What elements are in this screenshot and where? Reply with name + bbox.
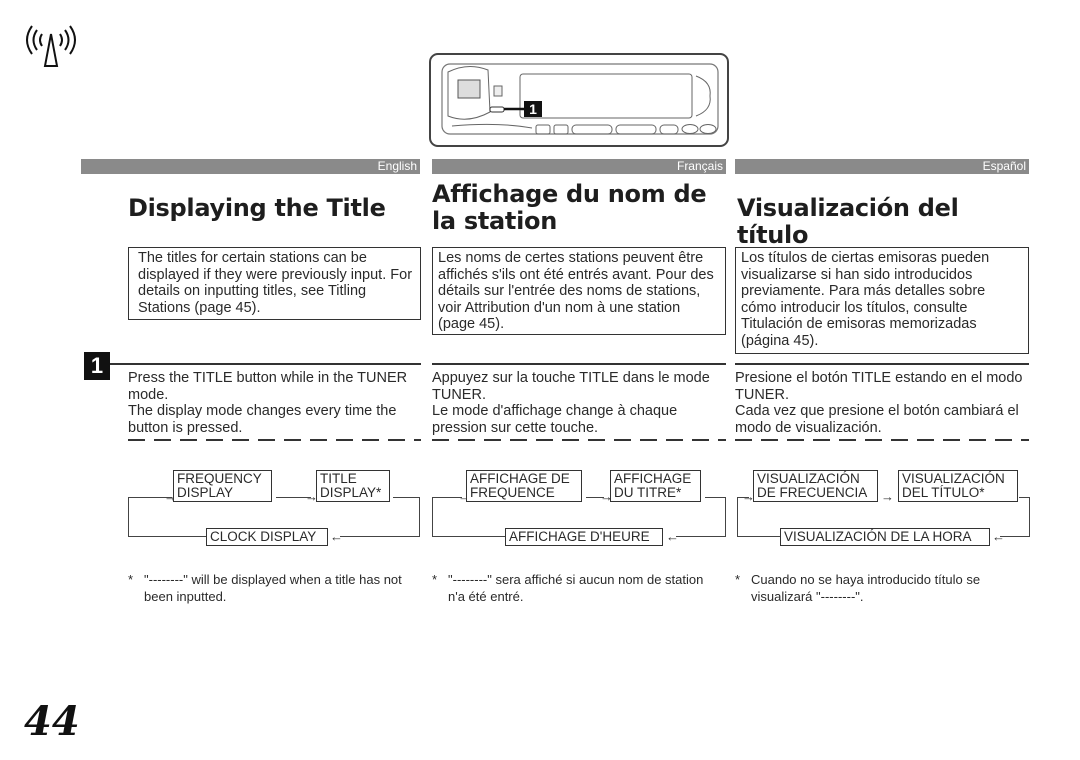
arrow-right-icon: →: [881, 489, 894, 504]
mode-box-hora: VISUALIZACIÓN DE LA HORA: [780, 528, 990, 546]
lang-bar-french: Français: [432, 159, 726, 174]
step-rule-english: [110, 363, 421, 365]
step-instruction: Press the TITLE button while in the TUNE…: [128, 370, 408, 403]
step-text-french: Appuyez sur la touche TITLE dans le mode…: [432, 370, 726, 436]
mode-box-frequency: FREQUENCY DISPLAY: [173, 470, 272, 502]
footnote-french: * "--------" sera affiché si aucun nom d…: [432, 572, 704, 604]
mode-box-titre: AFFICHAGE DU TITRE*: [610, 470, 701, 502]
callout-label: 1: [529, 101, 537, 117]
dashed-divider-spanish: [735, 439, 1029, 441]
step-rule-spanish: [735, 363, 1029, 365]
footnote-english: * "--------" will be displayed when a ti…: [128, 572, 402, 604]
dashed-divider-english: [128, 439, 421, 441]
footnote-spanish: * Cuando no se haya introducido título s…: [735, 572, 981, 604]
intro-box-french: Les noms de certes stations peuvent être…: [432, 247, 726, 335]
step-instruction: Appuyez sur la touche TITLE dans le mode…: [432, 370, 710, 403]
mode-box-title: TITLE DISPLAY*: [316, 470, 390, 502]
mode-box-frequence: AFFICHAGE DE FREQUENCE: [466, 470, 582, 502]
dashed-divider-french: [432, 439, 726, 441]
mode-box-frecuencia: VISUALIZACIÓN DE FRECUENCIA: [753, 470, 878, 502]
lang-bar-spanish: Español: [735, 159, 1029, 174]
intro-box-english: The titles for certain stations can be d…: [128, 247, 421, 320]
step-instruction: Presione el botón TITLE estando en el mo…: [735, 370, 1023, 403]
arrow-left-icon: ←: [992, 529, 1005, 544]
mode-box-titulo: VISUALIZACIÓN DEL TÍTULO*: [898, 470, 1018, 502]
arrow-left-icon: ←: [666, 529, 679, 544]
step-result: The display mode changes every time the …: [128, 403, 397, 436]
step-result: Le mode d'affichage change à chaque pres…: [432, 403, 678, 436]
step-result: Cada vez que presione el botón cambiará …: [735, 403, 1019, 436]
step-number-badge: 1: [84, 352, 110, 380]
mode-box-clock: CLOCK DISPLAY: [206, 528, 328, 546]
arrow-left-icon: ←: [330, 529, 343, 544]
step-rule-french: [432, 363, 726, 365]
section-title-english: Displaying the Title: [128, 194, 386, 222]
car-stereo-faceplate-figure: 1: [429, 53, 729, 147]
antenna-broadcast-icon: [26, 25, 76, 67]
mode-box-heure: AFFICHAGE D'HEURE: [505, 528, 663, 546]
intro-box-spanish: Los títulos de ciertas emisoras pueden v…: [735, 247, 1029, 354]
section-title-french: Affichage du nom de la station: [432, 180, 707, 235]
step-text-english: Press the TITLE button while in the TUNE…: [128, 370, 423, 436]
page-number: 44: [24, 698, 80, 745]
step-text-spanish: Presione el botón TITLE estando en el mo…: [735, 370, 1029, 436]
section-title-spanish: Visualización del título: [737, 194, 959, 249]
lang-bar-english: English: [81, 159, 420, 174]
